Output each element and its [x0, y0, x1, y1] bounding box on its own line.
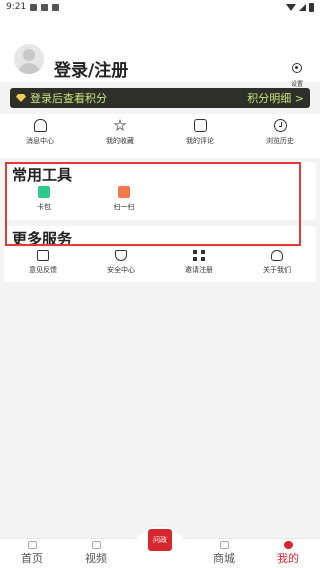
login-register-link[interactable]: 登录/注册 — [54, 56, 128, 81]
shop-icon — [219, 541, 229, 549]
service-label: 意见反馈 — [29, 266, 57, 274]
section-title: 常用工具 — [12, 166, 73, 184]
points-banner[interactable]: 登录后查看积分 积分明细 > — [10, 88, 310, 108]
notification-icon — [52, 3, 60, 11]
tab-label: 我的 — [277, 552, 299, 565]
tool-label: 扫一扫 — [113, 203, 135, 211]
settings-label: 设置 — [290, 81, 303, 88]
grid-icon — [193, 250, 205, 261]
points-left-text: 登录后查看积分 — [30, 92, 107, 105]
avatar-head-icon — [23, 49, 35, 61]
user-settings-icon — [271, 250, 283, 261]
quick-link-label: 我的评论 — [186, 137, 214, 145]
tab-label: 视频 — [85, 552, 107, 565]
section-title: 更多服务 — [12, 230, 73, 248]
tab-home[interactable]: 首页 — [0, 539, 64, 568]
service-invite[interactable]: 邀请注册 — [160, 250, 238, 275]
service-about[interactable]: 关于我们 — [238, 250, 316, 275]
settings-button[interactable]: 设置 — [284, 58, 310, 88]
bell-icon — [33, 119, 47, 132]
status-bar: 9:21 — [0, 0, 320, 14]
download-icon — [41, 3, 49, 11]
quick-link-messages[interactable]: 消息中心 — [0, 114, 80, 158]
status-time: 9:21 — [6, 2, 27, 12]
quick-link-favorites[interactable]: 我的收藏 — [80, 114, 160, 158]
quick-link-comments[interactable]: 我的评论 — [160, 114, 240, 158]
status-right — [286, 2, 314, 12]
home-icon — [27, 541, 37, 549]
points-detail-link[interactable]: 积分明细 > — [247, 90, 304, 106]
star-icon — [113, 119, 127, 131]
common-tools-section: 常用工具 卡包 扫一扫 — [4, 162, 316, 220]
tab-center-label: 问政 — [153, 536, 167, 544]
quick-link-label: 消息中心 — [26, 137, 54, 145]
service-label: 关于我们 — [263, 266, 291, 274]
shield-icon — [115, 250, 127, 261]
tab-shop[interactable]: 商城 — [192, 539, 256, 568]
status-left: 9:21 — [6, 2, 60, 12]
signal-icon — [299, 3, 306, 11]
tool-card-wallet[interactable]: 卡包 — [4, 186, 84, 212]
tool-scan[interactable]: 扫一扫 — [84, 186, 164, 212]
politics-icon: 问政 — [148, 529, 172, 551]
service-feedback[interactable]: 意见反馈 — [4, 250, 82, 275]
scan-icon — [118, 186, 130, 198]
profile-header: 登录/注册 设置 — [0, 14, 320, 88]
more-services-row: 意见反馈 安全中心 邀请注册 关于我们 — [4, 250, 316, 275]
tab-label: 首页 — [21, 552, 43, 565]
me-icon — [283, 541, 293, 549]
avatar[interactable] — [14, 44, 44, 74]
video-icon — [91, 541, 101, 549]
tab-label: 商城 — [213, 552, 235, 565]
points-login-prompt: 登录后查看积分 — [16, 90, 107, 106]
comment-icon — [193, 119, 207, 132]
more-services-section: 更多服务 意见反馈 安全中心 邀请注册 关于我们 — [4, 226, 316, 282]
service-label: 邀请注册 — [185, 266, 213, 274]
tool-label: 卡包 — [37, 203, 51, 211]
tab-me[interactable]: 我的 — [256, 539, 320, 568]
quick-link-label: 我的收藏 — [106, 137, 134, 145]
tab-politics[interactable]: 问政 — [128, 525, 192, 568]
service-label: 安全中心 — [107, 266, 135, 274]
tab-video[interactable]: 视频 — [64, 539, 128, 568]
image-icon — [30, 3, 38, 11]
quick-links-row: 消息中心 我的收藏 我的评论 浏览历史 — [0, 114, 320, 158]
avatar-body-icon — [18, 63, 40, 74]
gear-icon — [292, 63, 302, 73]
bottom-tab-bar: 首页 视频 问政 商城 我的 — [0, 525, 320, 568]
wifi-icon — [286, 3, 296, 11]
service-security[interactable]: 安全中心 — [82, 250, 160, 275]
battery-icon — [309, 2, 314, 12]
mail-icon — [37, 250, 49, 261]
quick-link-label: 浏览历史 — [266, 137, 294, 145]
card-icon — [38, 186, 50, 198]
tools-row: 卡包 扫一扫 — [4, 186, 164, 212]
diamond-icon — [16, 94, 26, 102]
clock-icon — [273, 119, 287, 132]
quick-link-history[interactable]: 浏览历史 — [240, 114, 320, 158]
